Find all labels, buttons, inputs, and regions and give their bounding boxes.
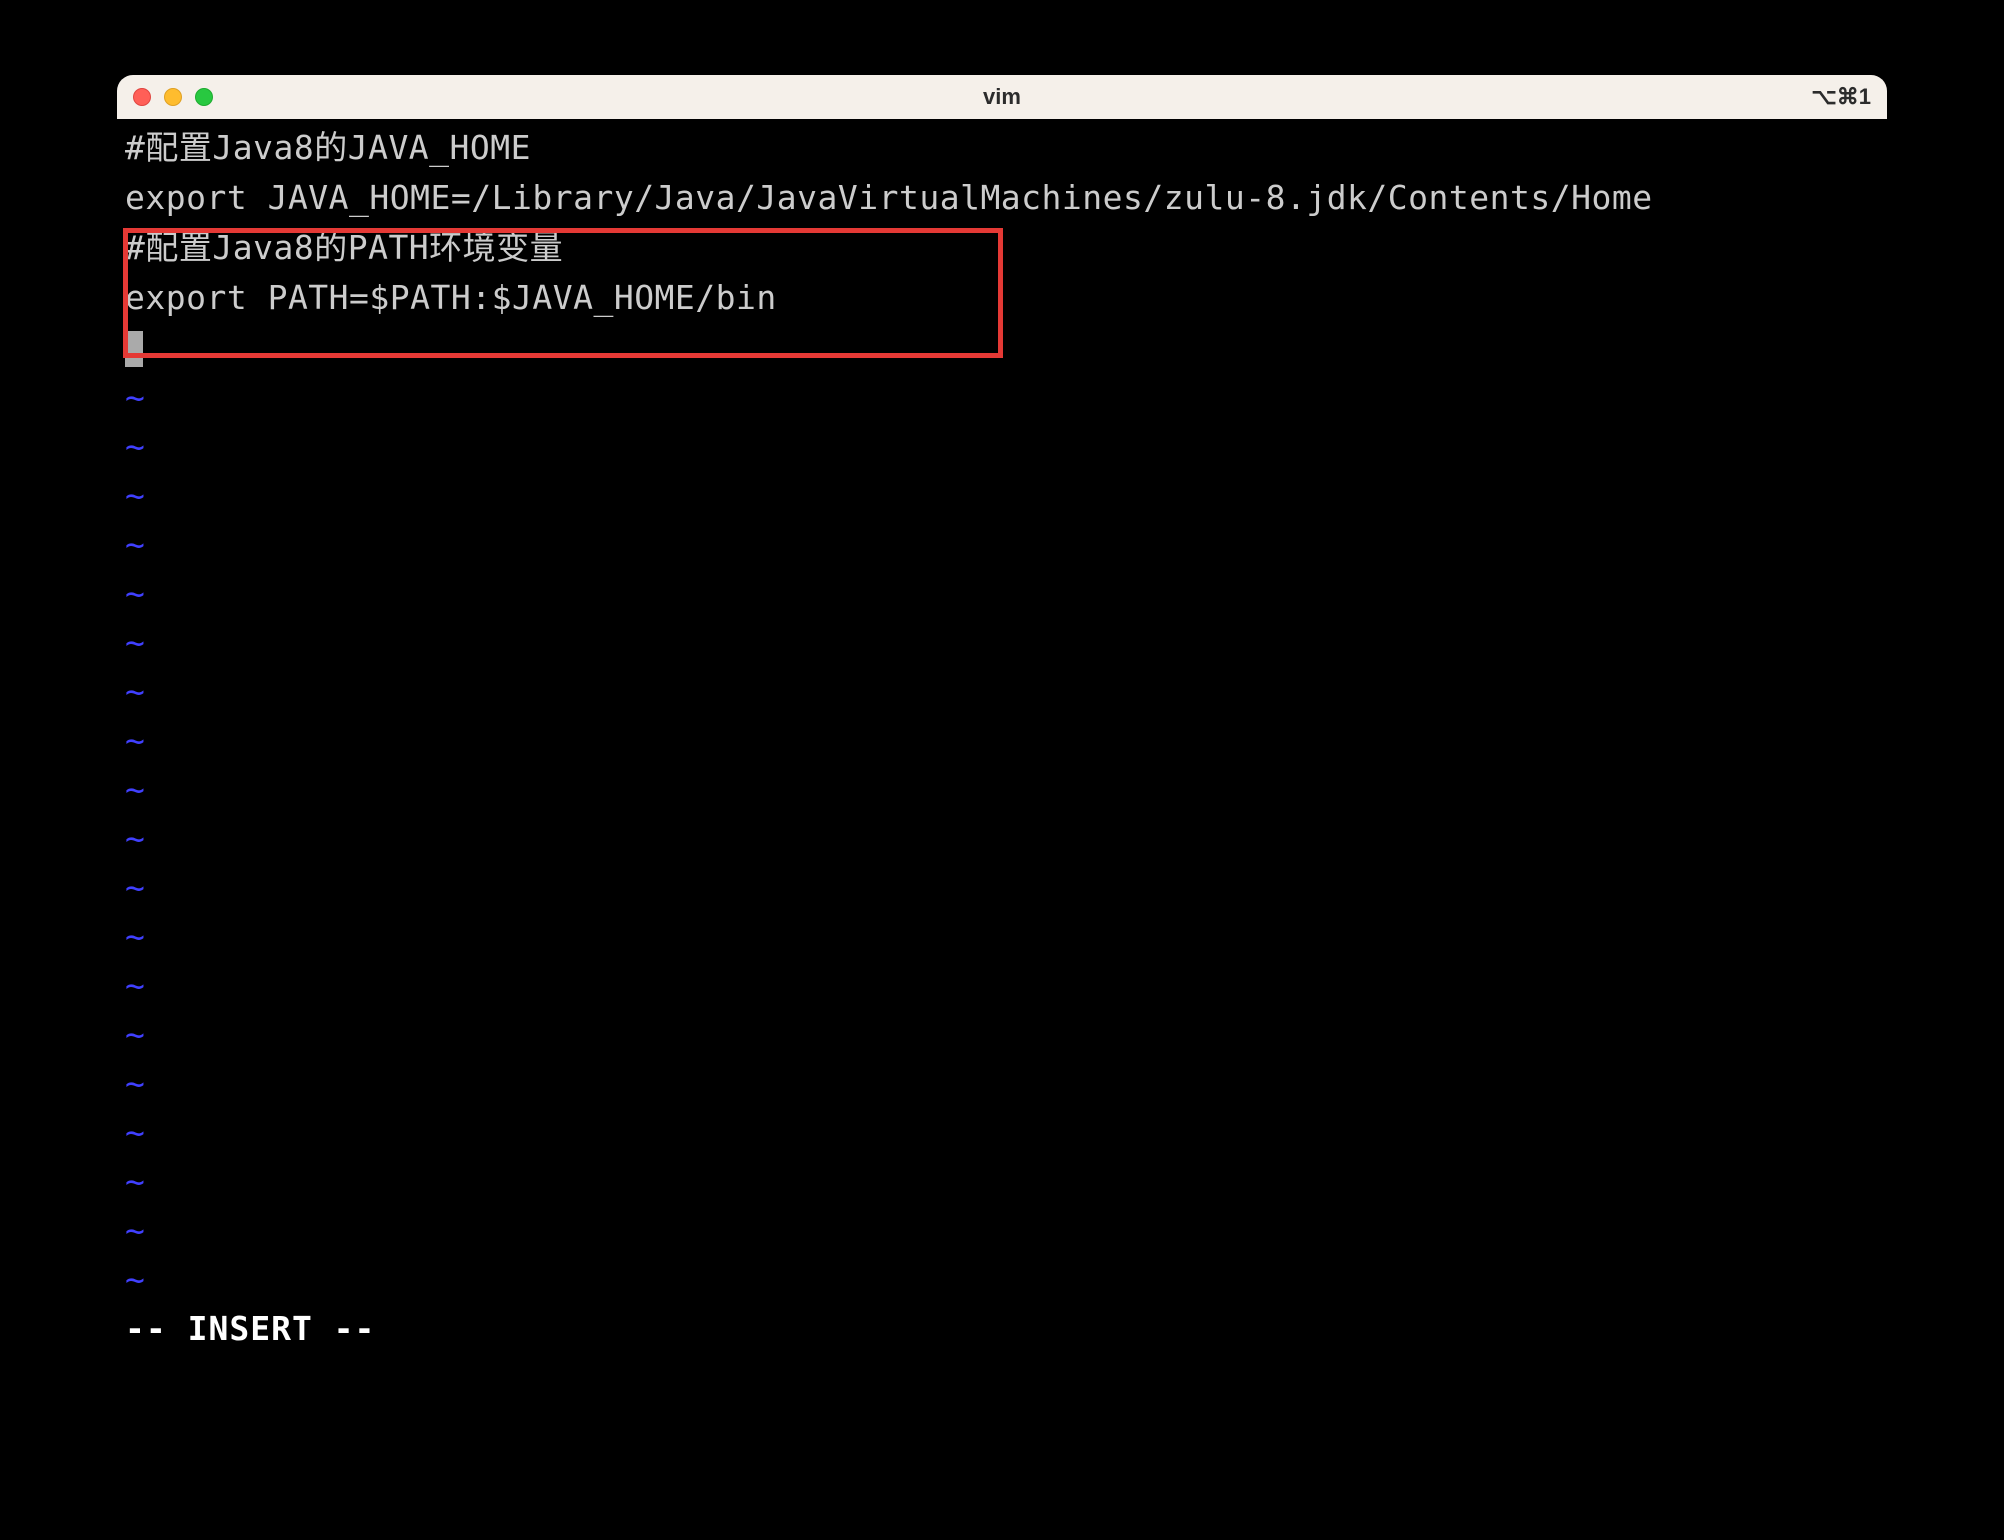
- empty-line-tilde: ~: [125, 1157, 1879, 1206]
- empty-line-tilde: ~: [125, 471, 1879, 520]
- empty-line-tilde: ~: [125, 912, 1879, 961]
- editor-line[interactable]: #配置Java8的PATH环境变量: [125, 223, 1879, 273]
- title-bar: vim ⌥⌘1: [117, 75, 1887, 119]
- empty-line-tilde: ~: [125, 618, 1879, 667]
- empty-line-tilde: ~: [125, 1206, 1879, 1255]
- editor-area[interactable]: #配置Java8的JAVA_HOME export JAVA_HOME=/Lib…: [125, 123, 1879, 1354]
- empty-line-tilde: ~: [125, 569, 1879, 618]
- terminal-body[interactable]: #配置Java8的JAVA_HOME export JAVA_HOME=/Lib…: [117, 119, 1887, 1389]
- terminal-window: vim ⌥⌘1 #配置Java8的JAVA_HOME export JAVA_H…: [117, 75, 1887, 1389]
- empty-line-tilde: ~: [125, 1255, 1879, 1304]
- window-shortcut-indicator: ⌥⌘1: [1811, 84, 1871, 110]
- empty-line-tilde: ~: [125, 765, 1879, 814]
- empty-line-tilde: ~: [125, 667, 1879, 716]
- empty-line-tilde: ~: [125, 1108, 1879, 1157]
- empty-line-tilde: ~: [125, 1010, 1879, 1059]
- cursor-line[interactable]: [125, 323, 1879, 373]
- editor-line[interactable]: export PATH=$PATH:$JAVA_HOME/bin: [125, 273, 1879, 323]
- cursor-icon: [125, 331, 143, 367]
- vim-status-line: -- INSERT --: [125, 1304, 1879, 1354]
- empty-line-tilde: ~: [125, 373, 1879, 422]
- window-title: vim: [983, 84, 1021, 110]
- empty-line-tilde: ~: [125, 1059, 1879, 1108]
- empty-line-tilde: ~: [125, 863, 1879, 912]
- minimize-button[interactable]: [164, 88, 182, 106]
- empty-line-tilde: ~: [125, 961, 1879, 1010]
- traffic-lights: [133, 88, 213, 106]
- empty-line-tilde: ~: [125, 520, 1879, 569]
- maximize-button[interactable]: [195, 88, 213, 106]
- empty-lines-area: ~~~~~~~~~~~~~~~~~~~: [125, 373, 1879, 1304]
- editor-line[interactable]: #配置Java8的JAVA_HOME: [125, 123, 1879, 173]
- close-button[interactable]: [133, 88, 151, 106]
- empty-line-tilde: ~: [125, 814, 1879, 863]
- empty-line-tilde: ~: [125, 422, 1879, 471]
- empty-line-tilde: ~: [125, 716, 1879, 765]
- editor-line[interactable]: export JAVA_HOME=/Library/Java/JavaVirtu…: [125, 173, 1879, 223]
